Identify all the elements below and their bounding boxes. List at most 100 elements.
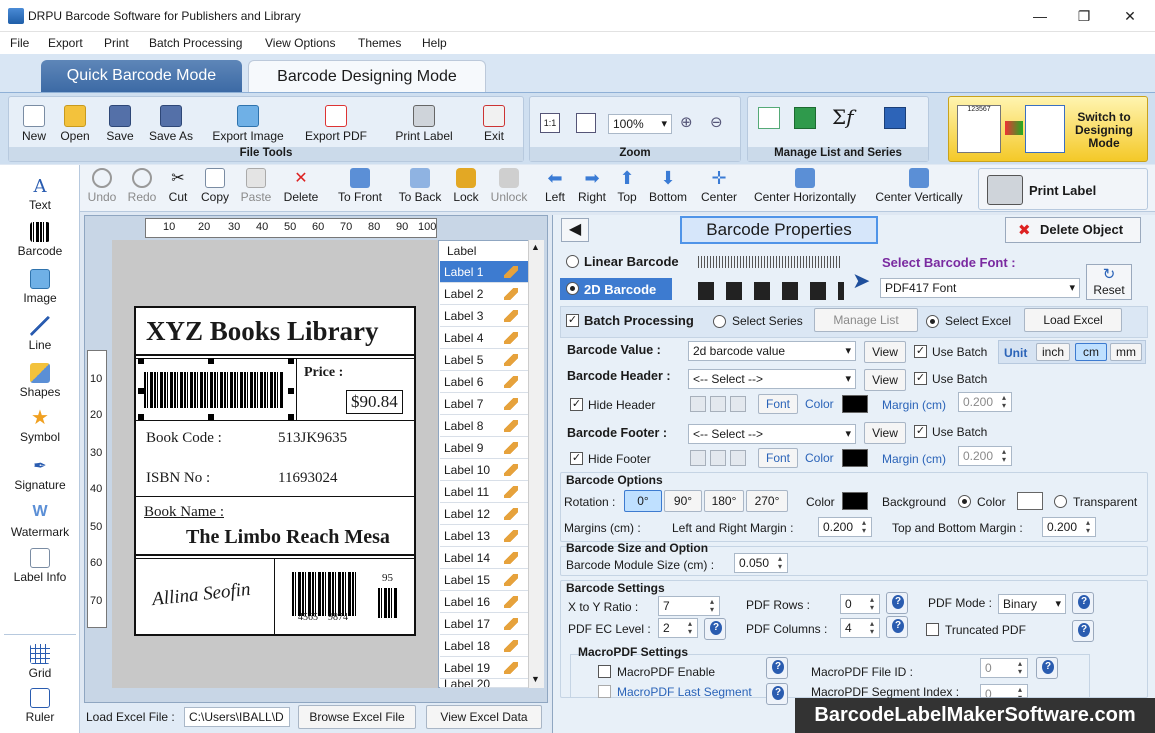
- signature-image[interactable]: Allina Seofin: [151, 579, 251, 611]
- view-excel-data-button[interactable]: View Excel Data: [426, 705, 542, 729]
- fit-to-window-icon[interactable]: [576, 113, 596, 133]
- print-label-ribbon-button[interactable]: Print Label: [391, 105, 457, 143]
- batch-processing-checkbox[interactable]: ✓: [566, 314, 579, 327]
- export-pdf-button[interactable]: Export PDF: [301, 105, 371, 143]
- scroll-down-icon[interactable]: ▼: [531, 674, 540, 684]
- list-item[interactable]: Label 11: [440, 481, 528, 503]
- browse-excel-button[interactable]: Browse Excel File: [298, 705, 416, 729]
- selection-handle[interactable]: [138, 388, 144, 394]
- back-arrow-icon[interactable]: ◀: [561, 218, 589, 242]
- edit-pencil-icon[interactable]: [504, 354, 518, 366]
- center-vertically-button[interactable]: Center Vertically: [870, 168, 968, 204]
- edit-pencil-icon[interactable]: [504, 464, 518, 476]
- view-value-button[interactable]: View: [864, 341, 906, 363]
- pdf-columns-input[interactable]: 4: [840, 618, 880, 638]
- align-center-icon[interactable]: [710, 396, 726, 412]
- selection-handle[interactable]: [208, 358, 214, 364]
- background-color-swatch[interactable]: [1017, 492, 1043, 510]
- rotation-270-button[interactable]: 270°: [746, 490, 788, 512]
- redo-button[interactable]: Redo: [126, 168, 158, 204]
- menu-batch-processing[interactable]: Batch Processing: [149, 36, 242, 50]
- manage-list-button[interactable]: Manage List: [814, 308, 918, 332]
- list-item[interactable]: Label 7: [440, 393, 528, 415]
- edit-pencil-icon[interactable]: [504, 442, 518, 454]
- barcode-tool[interactable]: Barcode: [0, 222, 80, 258]
- align-center-button[interactable]: ✛ Center: [698, 168, 740, 204]
- macropdf-enable-checkbox[interactable]: [598, 665, 611, 678]
- align-right-icon[interactable]: [730, 450, 746, 466]
- tab-quick-barcode-mode[interactable]: Quick Barcode Mode: [41, 60, 242, 92]
- signature-tool[interactable]: ✒ Signature: [0, 456, 80, 492]
- edit-pencil-icon[interactable]: [504, 640, 518, 652]
- pdf-rows-input[interactable]: 0: [840, 594, 880, 614]
- unlock-button[interactable]: Unlock: [488, 168, 530, 204]
- help-icon[interactable]: [766, 683, 788, 705]
- select-excel-radio[interactable]: [926, 315, 939, 328]
- transparent-radio[interactable]: [1054, 495, 1067, 508]
- background-color-radio[interactable]: [958, 495, 971, 508]
- edit-pencil-icon[interactable]: [504, 310, 518, 322]
- zoom-select[interactable]: 100%: [608, 114, 672, 134]
- footer-font-button[interactable]: Font: [758, 448, 798, 468]
- symbol-tool[interactable]: ★ Symbol: [0, 408, 80, 444]
- select-series-radio[interactable]: [713, 315, 726, 328]
- edit-pencil-icon[interactable]: [504, 618, 518, 630]
- watermark-tool[interactable]: W Watermark: [0, 503, 80, 539]
- label-list-scrollbar[interactable]: ▲ ▼: [528, 240, 544, 688]
- macropdf-segment-index-input[interactable]: 0: [980, 684, 1028, 698]
- edit-pencil-icon[interactable]: [504, 266, 518, 278]
- view-header-button[interactable]: View: [864, 369, 906, 391]
- edit-pencil-icon[interactable]: [504, 530, 518, 542]
- selection-handle[interactable]: [288, 388, 294, 394]
- menu-themes[interactable]: Themes: [358, 36, 401, 50]
- footer-use-batch-checkbox[interactable]: ✓: [914, 425, 927, 438]
- paste-button[interactable]: Paste: [238, 168, 274, 204]
- header-select[interactable]: <-- Select -->: [688, 369, 856, 389]
- close-button[interactable]: ✕: [1107, 0, 1153, 32]
- module-size-input[interactable]: 0.050: [734, 553, 788, 573]
- footer-margin-input[interactable]: 0.200: [958, 446, 1012, 466]
- list-item[interactable]: Label 9: [440, 437, 528, 459]
- excel-path-input[interactable]: C:\Users\IBALL\D: [184, 707, 290, 727]
- tb-margin-input[interactable]: 0.200: [1042, 517, 1096, 537]
- list-item[interactable]: Label 1: [440, 261, 528, 283]
- edit-pencil-icon[interactable]: [504, 420, 518, 432]
- list-item[interactable]: Label 10: [440, 459, 528, 481]
- label-info-tool[interactable]: Label Info: [0, 548, 80, 584]
- to-back-button[interactable]: To Back: [396, 168, 444, 204]
- isbn-value[interactable]: 11693024: [278, 470, 337, 487]
- edit-pencil-icon[interactable]: [504, 508, 518, 520]
- reset-button[interactable]: ↻ Reset: [1086, 264, 1132, 300]
- menu-print[interactable]: Print: [104, 36, 129, 50]
- help-icon[interactable]: [1072, 592, 1094, 614]
- actual-size-icon[interactable]: 1:1: [540, 113, 560, 133]
- book-name-value[interactable]: The Limbo Reach Mesa: [186, 526, 390, 549]
- footer-color-swatch[interactable]: [842, 449, 868, 467]
- cut-button[interactable]: ✂ Cut: [164, 168, 192, 204]
- selected-2d-barcode[interactable]: [144, 372, 284, 408]
- ec-level-input[interactable]: 2: [658, 618, 698, 638]
- delete-object-button[interactable]: ✖ Delete Object: [1005, 217, 1141, 243]
- value-use-batch-checkbox[interactable]: ✓: [914, 345, 927, 358]
- edit-pencil-icon[interactable]: [504, 332, 518, 344]
- list-item[interactable]: Label 17: [440, 613, 528, 635]
- price-value[interactable]: $90.84: [346, 390, 403, 414]
- align-right-button[interactable]: ➡ Right: [576, 168, 608, 204]
- macropdf-last-segment-checkbox[interactable]: [598, 685, 611, 698]
- text-tool[interactable]: A Text: [0, 176, 80, 212]
- footer-select[interactable]: <-- Select -->: [688, 424, 856, 444]
- rotation-0-button[interactable]: 0°: [624, 490, 662, 512]
- export-image-button[interactable]: Export Image: [207, 105, 289, 143]
- barcode-color-swatch[interactable]: [842, 492, 868, 510]
- edit-pencil-icon[interactable]: [504, 574, 518, 586]
- list-item[interactable]: Label 8: [440, 415, 528, 437]
- center-horizontally-button[interactable]: Center Horizontally: [748, 168, 862, 204]
- align-right-icon[interactable]: [730, 396, 746, 412]
- excel-series-icon[interactable]: [794, 107, 816, 129]
- exit-button[interactable]: Exit: [479, 105, 509, 143]
- align-bottom-button[interactable]: ⬇ Bottom: [646, 168, 690, 204]
- lr-margin-input[interactable]: 0.200: [818, 517, 872, 537]
- edit-pencil-icon[interactable]: [504, 486, 518, 498]
- undo-button[interactable]: Undo: [86, 168, 118, 204]
- line-tool[interactable]: Line: [0, 316, 80, 352]
